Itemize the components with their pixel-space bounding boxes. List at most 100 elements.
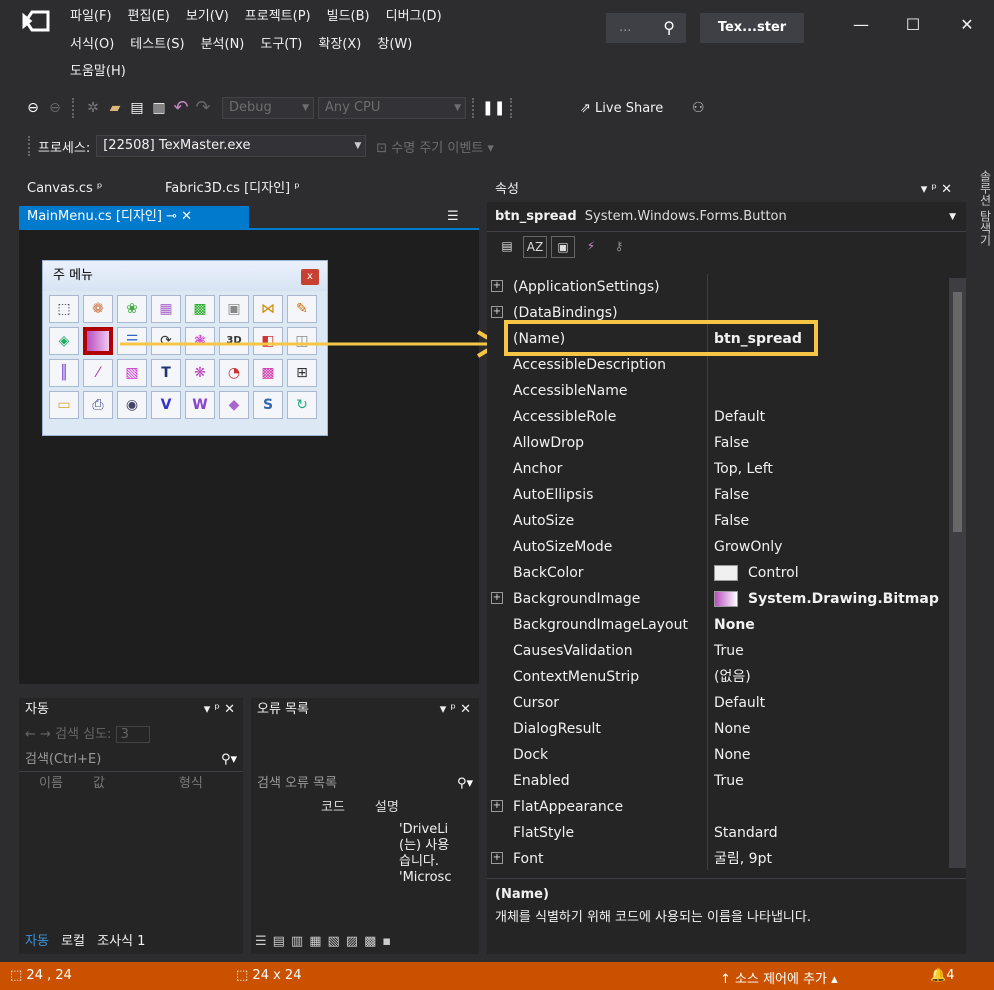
alphabetical-icon[interactable]: AZ xyxy=(523,236,547,258)
tab-locals[interactable]: 로컬 xyxy=(61,934,85,949)
menu-window[interactable]: 창(W) xyxy=(369,34,420,56)
property-row[interactable]: + (ApplicationSettings) xyxy=(487,274,949,300)
categorized-icon[interactable]: ▤ xyxy=(495,236,519,258)
property-value[interactable]: Top, Left xyxy=(714,456,773,482)
redo-icon[interactable]: ↷ xyxy=(192,97,214,119)
property-row[interactable]: Enabled True xyxy=(487,768,949,794)
form-titlebar[interactable]: 주 메뉴 x xyxy=(43,261,327,291)
property-value[interactable]: Standard xyxy=(714,820,778,846)
minimize-button[interactable]: — xyxy=(838,10,884,40)
property-value[interactable]: 굴림, 9pt xyxy=(714,846,772,870)
property-row[interactable]: + FlatAppearance xyxy=(487,794,949,820)
property-row[interactable]: AccessibleName xyxy=(487,378,949,404)
autos-search[interactable]: 검색(Ctrl+E) ⚲▾ xyxy=(19,748,243,772)
stripe-tool-button[interactable]: ║ xyxy=(49,359,79,387)
tab-canvas[interactable]: Canvas.cs ᵖ xyxy=(19,178,111,200)
back-icon[interactable]: ⊖ xyxy=(22,97,44,119)
object-selector[interactable]: btn_spread System.Windows.Forms.Button ▼ xyxy=(487,202,966,232)
panel-controls-icon[interactable]: ▾ ᵖ ✕ xyxy=(204,698,235,722)
expand-icon[interactable]: + xyxy=(491,592,503,604)
weave-tool-button[interactable]: ▧ xyxy=(117,359,147,387)
property-value[interactable]: Default xyxy=(714,690,765,716)
eraser-tool-button[interactable]: ◆ xyxy=(219,391,249,419)
spread-button[interactable] xyxy=(83,327,113,355)
menu-analyze[interactable]: 분석(N) xyxy=(193,34,253,56)
property-value[interactable]: (없음) xyxy=(714,664,751,690)
pin-icon[interactable]: ᵖ xyxy=(294,181,300,196)
pin-icon[interactable]: ᵖ xyxy=(97,181,103,196)
property-value[interactable]: True xyxy=(714,638,744,664)
property-value[interactable]: False xyxy=(714,430,749,456)
menu-project[interactable]: 프로젝트(P) xyxy=(237,6,319,28)
pause-icon[interactable]: ❚❚ xyxy=(482,97,505,119)
pen-tool-button[interactable]: ✎ xyxy=(287,295,317,323)
error-list-toolbar[interactable]: ☰▤▥▦▧▨▩▪ xyxy=(255,930,397,954)
property-row[interactable]: FlatStyle Standard xyxy=(487,820,949,846)
lifecycle-events[interactable]: ⊡ 수명 주기 이벤트 ▾ xyxy=(376,137,494,156)
maximize-button[interactable]: ☐ xyxy=(890,10,936,40)
tab-mainmenu[interactable]: MainMenu.cs [디자인] ⊸ ✕ xyxy=(19,206,249,228)
property-row[interactable]: Dock None xyxy=(487,742,949,768)
pin-icon[interactable]: ⊸ xyxy=(166,209,177,224)
property-row[interactable]: CausesValidation True xyxy=(487,638,949,664)
panel-controls-icon[interactable]: ▾ ᵖ ✕ xyxy=(440,698,471,722)
menu-debug[interactable]: 디버그(D) xyxy=(378,6,450,28)
pattern-tool-button[interactable]: ❁ xyxy=(83,295,113,323)
notifications-button[interactable]: 🔔4 xyxy=(930,968,954,983)
property-value[interactable]: GrowOnly xyxy=(714,534,782,560)
search-depth-combo[interactable]: 3 xyxy=(115,726,150,743)
property-row[interactable]: Cursor Default xyxy=(487,690,949,716)
save-all-icon[interactable]: ▥ xyxy=(148,97,170,119)
property-row[interactable]: AutoSize False xyxy=(487,508,949,534)
menu-file[interactable]: 파일(F) xyxy=(62,6,120,28)
expand-icon[interactable]: + xyxy=(491,280,503,292)
property-value[interactable]: False xyxy=(714,508,749,534)
properties-icon[interactable]: ▣ xyxy=(551,236,575,258)
print-tool-button[interactable]: ⎙ xyxy=(83,391,113,419)
shape-tool-button[interactable]: ◔ xyxy=(219,359,249,387)
motif-tool-button[interactable]: ❋ xyxy=(185,359,215,387)
platform-combo[interactable]: Any CPU ▼ xyxy=(318,97,466,119)
property-value[interactable]: None xyxy=(714,612,755,638)
close-button[interactable]: ✕ xyxy=(944,10,990,40)
property-value[interactable]: Control xyxy=(714,560,799,586)
tab-watch-1[interactable]: 조사식 1 xyxy=(97,934,145,949)
color-tool-button[interactable]: ❀ xyxy=(117,295,147,323)
property-value[interactable]: False xyxy=(714,482,749,508)
panel-controls-icon[interactable]: ▾ ᵖ ✕ xyxy=(921,178,952,202)
menu-extensions[interactable]: 확장(X) xyxy=(310,34,369,56)
tab-fabric3d[interactable]: Fabric3D.cs [디자인] ᵖ xyxy=(157,178,308,200)
errors-rows[interactable]: 'DriveLi (는) 사용 습니다. 'Microsc xyxy=(399,822,463,886)
eye-tool-button[interactable]: ◉ xyxy=(117,391,147,419)
account-icon[interactable]: ⚇ xyxy=(687,97,709,119)
open-tool-button[interactable]: ▭ xyxy=(49,391,79,419)
property-row[interactable]: AutoEllipsis False xyxy=(487,482,949,508)
process-combo[interactable]: [22508] TexMaster.exe ▼ xyxy=(96,135,367,157)
tab-autos[interactable]: 자동 xyxy=(25,934,49,949)
table-tool-button[interactable]: ⊞ xyxy=(287,359,317,387)
solution-explorer-tab[interactable]: 솔루션 탐색기 xyxy=(970,160,994,960)
menu-format[interactable]: 서식(O) xyxy=(62,34,122,56)
menu-view[interactable]: 보기(V) xyxy=(178,6,237,28)
w-tool-button[interactable]: W xyxy=(185,391,215,419)
events-icon[interactable]: ⚡ xyxy=(579,236,603,258)
autos-search-input[interactable]: 검색(Ctrl+E) xyxy=(25,752,101,767)
menu-tools[interactable]: 도구(T) xyxy=(252,34,310,56)
source-control-button[interactable]: ↑ 소스 제어에 추가 ▴ xyxy=(720,968,838,987)
errors-search-input[interactable]: 검색 오류 목록 xyxy=(257,776,337,791)
property-pages-icon[interactable]: ⚷ xyxy=(607,236,631,258)
close-tab-icon[interactable]: ✕ xyxy=(181,209,192,224)
form-close-icon[interactable]: x xyxy=(301,269,319,285)
property-row[interactable]: AccessibleRole Default xyxy=(487,404,949,430)
search-box[interactable]: ... ⚲ xyxy=(606,13,686,43)
property-row[interactable]: AutoSizeMode GrowOnly xyxy=(487,534,949,560)
property-value[interactable]: None xyxy=(714,716,751,742)
property-row[interactable]: BackgroundImageLayout None xyxy=(487,612,949,638)
s-tool-button[interactable]: S xyxy=(253,391,283,419)
mirror-tool-button[interactable]: ⋈ xyxy=(253,295,283,323)
property-row[interactable]: + Font 굴림, 9pt xyxy=(487,846,949,870)
expand-icon[interactable]: + xyxy=(491,852,503,864)
fill-tool-button[interactable]: ◈ xyxy=(49,327,79,355)
property-row[interactable]: ContextMenuStrip (없음) xyxy=(487,664,949,690)
grid-tool-button[interactable]: ▩ xyxy=(185,295,215,323)
